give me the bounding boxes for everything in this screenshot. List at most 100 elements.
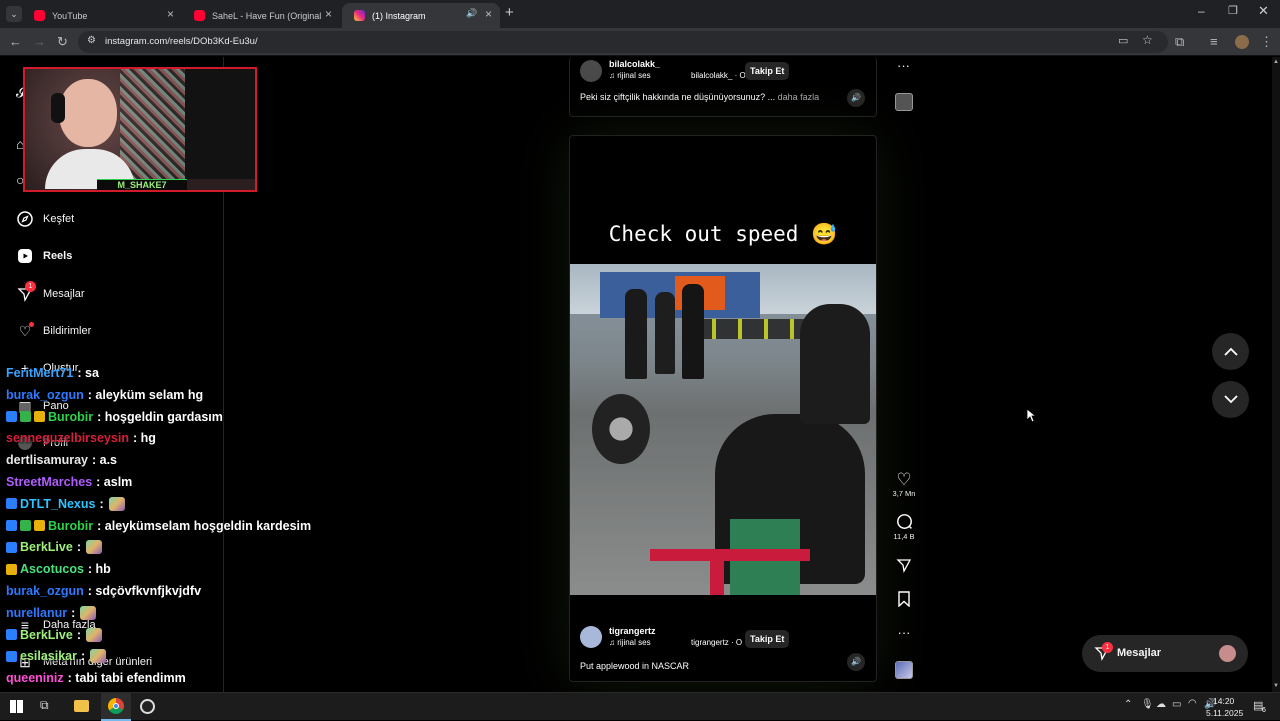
chat-message: queeniniz: tabi tabi efendimm bbox=[6, 671, 186, 685]
extensions-icon[interactable]: ⧉ bbox=[1175, 34, 1184, 50]
reel-audio[interactable]: ♫ rijinal ses bbox=[609, 71, 651, 80]
follow-button[interactable]: Takip Et bbox=[745, 62, 790, 80]
address-bar-row: ← → ↻ ⚙ instagram.com/reels/DOb3Kd-Eu3u/… bbox=[0, 28, 1280, 56]
avatar bbox=[1219, 645, 1236, 662]
more-options-icon[interactable]: ··· bbox=[890, 625, 918, 640]
tab-sahel[interactable]: SaheL - Have Fun (Original Mix) × bbox=[182, 3, 340, 28]
obs-icon[interactable] bbox=[140, 699, 155, 714]
like-button[interactable]: ♡ 3,7 Mn bbox=[890, 470, 918, 498]
notification-count: 6 bbox=[1262, 707, 1266, 714]
cast-icon[interactable]: ▭ bbox=[1118, 34, 1128, 47]
video-red-stand-leg bbox=[710, 561, 724, 595]
avatar[interactable] bbox=[580, 60, 602, 82]
chat-message: nurellanur: bbox=[6, 605, 97, 620]
reels-icon bbox=[16, 247, 34, 265]
mute-icon[interactable]: 🔊 bbox=[847, 653, 865, 671]
comment-icon bbox=[890, 513, 918, 532]
page-scrollbar[interactable]: ▲ ▼ bbox=[1272, 57, 1280, 692]
more-link[interactable]: daha fazla bbox=[778, 92, 820, 102]
wifi-icon[interactable]: ◠ bbox=[1188, 698, 1197, 709]
mute-icon[interactable]: 🔊 bbox=[847, 89, 865, 107]
reload-icon[interactable]: ↻ bbox=[57, 34, 68, 50]
media-control-icon[interactable]: ≡ bbox=[1210, 34, 1218, 49]
comment-button[interactable]: 11,4 B bbox=[890, 513, 918, 541]
audio-author[interactable]: bilalcolakk_ · O bbox=[691, 71, 746, 80]
start-button[interactable] bbox=[10, 700, 23, 713]
cloud-icon[interactable]: ☁ bbox=[1156, 699, 1166, 710]
chat-badge-icon bbox=[6, 411, 17, 423]
audio-thumbnail[interactable] bbox=[895, 661, 913, 679]
share-button[interactable] bbox=[890, 557, 918, 575]
sidebar-item-messages[interactable]: 1 Mesajlar bbox=[16, 281, 85, 304]
audio-thumbnail[interactable] bbox=[895, 93, 913, 111]
reel-audio[interactable]: ♫ rijinal ses bbox=[609, 638, 651, 647]
webcam-jacket bbox=[185, 69, 255, 179]
file-explorer-icon[interactable] bbox=[74, 700, 89, 712]
close-icon[interactable]: × bbox=[167, 7, 174, 21]
scrollbar-up-arrow[interactable]: ▲ bbox=[1273, 59, 1279, 65]
music-note-icon: ♫ bbox=[609, 638, 618, 647]
site-info-icon[interactable]: ⚙ bbox=[87, 35, 96, 46]
reel-caption: Put applewood in NASCAR bbox=[580, 661, 690, 671]
reel-username[interactable]: bilalcolakk_ bbox=[609, 59, 660, 69]
microphone-icon[interactable]: 🎙 bbox=[1141, 699, 1154, 710]
messages-widget[interactable]: 1 Mesajlar bbox=[1082, 635, 1248, 672]
bookmark-star-icon[interactable]: ☆ bbox=[1142, 33, 1153, 47]
reel-video[interactable] bbox=[570, 264, 876, 595]
chat-username: nurellanur bbox=[6, 605, 68, 620]
omnibox[interactable]: ⚙ instagram.com/reels/DOb3Kd-Eu3u/ ▭ ☆ bbox=[78, 31, 1168, 53]
chat-message: burak_ozgun: aleyküm selam hg bbox=[6, 388, 203, 402]
restore-button[interactable]: ❐ bbox=[1228, 4, 1238, 17]
notification-badge: 1 bbox=[25, 281, 36, 292]
chat-emote-icon bbox=[90, 649, 107, 664]
tray-chevron-icon[interactable]: ⌃ bbox=[1124, 699, 1132, 710]
tab-search-button[interactable]: ⌄ bbox=[6, 6, 22, 22]
network-icon[interactable]: ▭ bbox=[1172, 699, 1181, 710]
previous-reel-button[interactable] bbox=[1212, 333, 1249, 370]
webcam-person bbox=[45, 79, 135, 189]
chat-text: : hoşgeldin gardasım bbox=[97, 409, 223, 424]
webcam-name-banner: M_SHAKE7 bbox=[97, 179, 187, 190]
task-view-icon[interactable]: ⧉ bbox=[40, 698, 49, 713]
chrome-icon[interactable] bbox=[101, 693, 131, 721]
forward-icon[interactable]: → bbox=[33, 34, 46, 49]
more-options-icon[interactable]: ··· bbox=[897, 58, 910, 73]
tab-youtube[interactable]: YouTube × bbox=[22, 3, 182, 28]
chat-message: Burobir: hoşgeldin gardasım bbox=[6, 410, 223, 424]
new-tab-button[interactable]: + bbox=[505, 4, 514, 21]
follow-button[interactable]: Takip Et bbox=[745, 630, 790, 648]
reel-username[interactable]: tigrangertz bbox=[609, 626, 656, 636]
close-icon[interactable]: × bbox=[325, 7, 332, 21]
profile-avatar[interactable] bbox=[1235, 35, 1249, 49]
audio-author[interactable]: tigrangertz · O bbox=[691, 638, 742, 647]
browser-tab-bar: ⌄ YouTube × SaheL - Have Fun (Original M… bbox=[0, 0, 1280, 28]
next-reel-button[interactable] bbox=[1212, 381, 1249, 418]
chat-username: BerkLive bbox=[20, 540, 73, 555]
sidebar-item-notifications[interactable]: ♡ Bildirimler bbox=[16, 321, 91, 341]
close-window-button[interactable]: ✕ bbox=[1258, 3, 1269, 19]
url-text: instagram.com/reels/DOb3Kd-Eu3u/ bbox=[105, 36, 258, 47]
tab-instagram[interactable]: (1) Instagram 🔊 × bbox=[342, 3, 500, 28]
video-mechanic-2 bbox=[800, 304, 870, 424]
menu-kebab-icon[interactable]: ⋮ bbox=[1260, 34, 1273, 50]
chat-message: BerkLive: bbox=[6, 627, 102, 642]
chat-message: burak_ozgun: sdçövfkvnfjkvjdfv bbox=[6, 584, 201, 598]
scrollbar-down-arrow[interactable]: ▼ bbox=[1273, 683, 1279, 689]
clock-date[interactable]: 5.11.2025 bbox=[1206, 708, 1243, 718]
speaker-icon[interactable]: 🔊 bbox=[466, 8, 477, 19]
avatar[interactable] bbox=[580, 626, 602, 648]
send-icon bbox=[896, 559, 912, 573]
reel-caption: Peki siz çiftçilik hakkında ne düşünüyor… bbox=[580, 92, 819, 102]
reel-card-main[interactable]: Check out speed 😅 tigrangertz ♫ rijinal … bbox=[569, 135, 877, 682]
chat-message: Burobir: aleykümselam hoşgeldin kardesim bbox=[6, 519, 311, 533]
save-button[interactable] bbox=[890, 591, 918, 609]
sidebar-item-reels[interactable]: Reels bbox=[16, 246, 72, 266]
chat-text: : aleyküm selam hg bbox=[87, 387, 204, 402]
sidebar-item-explore[interactable]: Keşfet bbox=[16, 209, 74, 229]
minimize-button[interactable]: – bbox=[1198, 4, 1205, 18]
close-icon[interactable]: × bbox=[485, 7, 492, 21]
video-person-1 bbox=[625, 289, 647, 379]
chat-message: BerkLive: bbox=[6, 540, 102, 555]
clock-time[interactable]: 14:20 bbox=[1213, 696, 1234, 706]
back-icon[interactable]: ← bbox=[9, 34, 22, 49]
